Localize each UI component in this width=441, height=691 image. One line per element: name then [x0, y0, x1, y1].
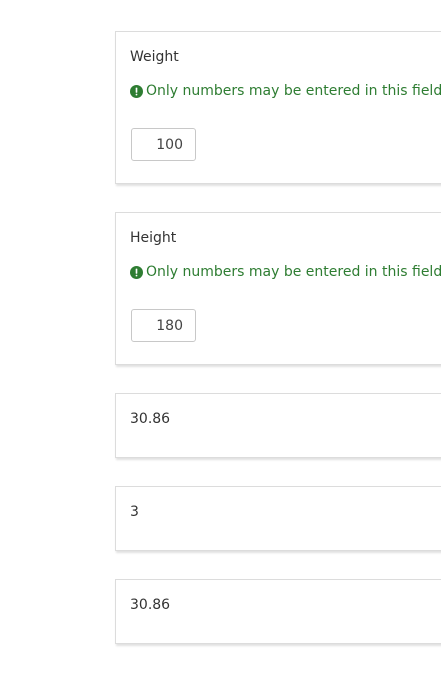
weight-label: Weight	[130, 49, 179, 65]
exclamation-circle-icon	[130, 84, 143, 98]
height-field-card: Height Only numbers may be entered in th…	[115, 212, 441, 365]
weight-input[interactable]	[131, 128, 196, 161]
result-value: 30.86	[130, 411, 171, 427]
result-card: 30.86	[115, 579, 441, 644]
height-label: Height	[130, 230, 177, 246]
result-card: 30.86	[115, 393, 441, 458]
height-hint-text: Only numbers may be entered in this fiel…	[146, 264, 441, 280]
form-page: Weight Only numbers may be entered in th…	[0, 0, 441, 691]
weight-hint-text: Only numbers may be entered in this fiel…	[146, 83, 441, 99]
result-card: 3	[115, 486, 441, 551]
weight-field-card: Weight Only numbers may be entered in th…	[115, 31, 441, 184]
result-value: 30.86	[130, 597, 171, 613]
height-hint: Only numbers may be entered in this fiel…	[130, 263, 441, 281]
result-value: 3	[130, 504, 139, 520]
height-input[interactable]	[131, 309, 196, 342]
weight-hint: Only numbers may be entered in this fiel…	[130, 82, 441, 100]
exclamation-circle-icon	[130, 265, 143, 279]
